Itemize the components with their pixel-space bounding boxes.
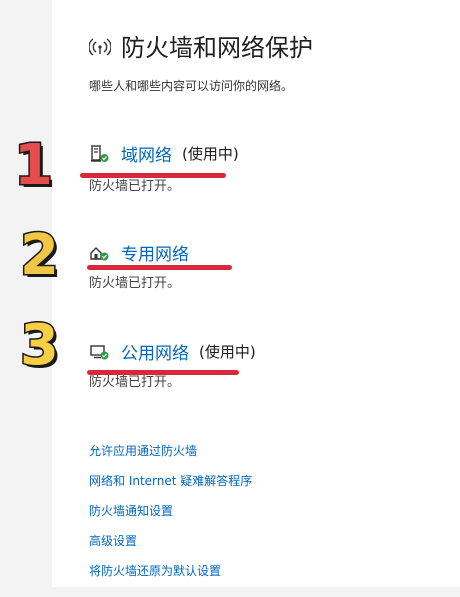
domain-network-row[interactable]: 域网络 (使用中)	[89, 141, 239, 166]
red-underline-1	[80, 173, 226, 178]
annotation-number-3: 3	[19, 313, 61, 378]
private-network-link[interactable]: 专用网络	[121, 240, 189, 265]
red-underline-3	[87, 370, 239, 375]
domain-network-link[interactable]: 域网络	[121, 141, 172, 166]
private-network-row[interactable]: 专用网络	[89, 240, 189, 265]
page-title: 防火墙和网络保护	[121, 34, 313, 62]
restore-firewall-defaults-link[interactable]: 将防火墙还原为默认设置	[89, 561, 252, 591]
page-header: 防火墙和网络保护	[89, 28, 313, 63]
public-network-link[interactable]: 公用网络	[121, 339, 189, 364]
related-links: 允许应用通过防火墙 网络和 Internet 疑难解答程序 防火墙通知设置 高级…	[89, 441, 252, 591]
red-underline-2	[87, 265, 232, 270]
domain-network-icon	[91, 144, 109, 162]
annotation-number-2: 2	[19, 223, 61, 288]
left-nav-strip	[0, 0, 52, 597]
advanced-settings-link[interactable]: 高级设置	[89, 531, 252, 561]
public-network-in-use-tag: (使用中)	[199, 343, 256, 361]
domain-network-in-use-tag: (使用中)	[182, 145, 239, 163]
private-network-status: 防火墙已打开。	[89, 276, 181, 291]
firewall-notification-settings-link[interactable]: 防火墙通知设置	[89, 501, 252, 531]
public-network-icon	[90, 344, 109, 359]
allow-app-through-firewall-link[interactable]: 允许应用通过防火墙	[89, 441, 252, 471]
page-subtitle: 哪些人和哪些内容可以访问你的网络。	[89, 79, 294, 93]
wifi-shield-icon	[89, 37, 111, 56]
annotation-number-1: 1	[13, 133, 55, 198]
public-network-row[interactable]: 公用网络 (使用中)	[89, 339, 256, 364]
private-network-icon	[90, 246, 109, 260]
network-troubleshooter-link[interactable]: 网络和 Internet 疑难解答程序	[89, 471, 252, 501]
